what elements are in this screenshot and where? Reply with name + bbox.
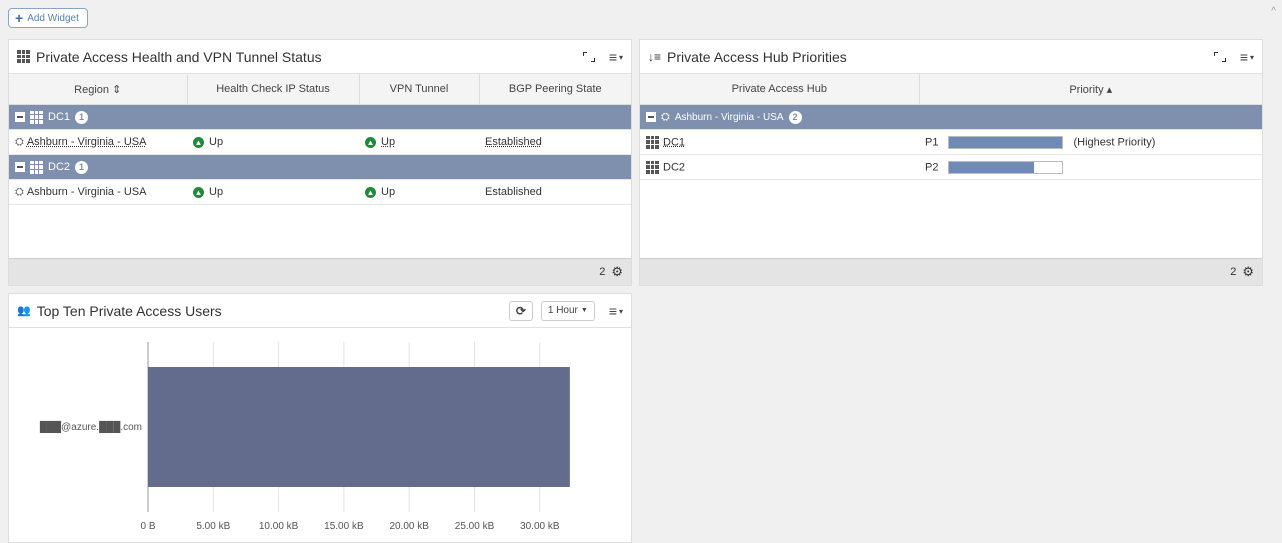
y-category-label: ███@azure.███.com [40,420,142,434]
vpn-status: Up [381,186,396,198]
group-name: Ashburn - Virginia - USA [674,111,784,123]
hub-name[interactable]: DC1 [663,136,685,148]
group-name: DC1 [48,111,71,123]
add-widget-button[interactable]: + Add Widget [8,8,88,28]
chevron-down-icon: ▼ [580,307,588,314]
table-row[interactable]: ⛭ Ashburn - Virginia - USA ▲ Up ▲ Up Establ… [9,179,631,205]
widget-title: Private Access Hub Priorities [667,48,847,65]
priority-bar [948,160,1064,174]
group-row-dc1[interactable]: DC1 1 [9,104,631,130]
group-name: DC2 [48,161,71,173]
refresh-icon: ⟳ [515,303,526,318]
vpn-status[interactable]: Up [381,136,395,148]
count-badge: 1 [75,160,89,174]
table-row[interactable]: DC1 P1 (Highest Priority) [640,129,1262,155]
add-widget-label: Add Widget [27,12,79,24]
menu-icon[interactable]: ≡ ▾ [609,303,623,319]
users-bar-chart: 0 B 5.00 kB 10.00 kB 15.00 kB 20.00 kB 25.00 … [40,342,570,532]
gear-icon[interactable]: ⚙ [1242,264,1254,280]
count-badge: 1 [75,110,89,124]
fabric-icon [17,50,30,63]
refresh-button[interactable]: ⟳ [508,300,533,321]
x-tick-label: 10.00 kB [259,521,299,532]
column-header-vpn[interactable]: VPN Tunnel [359,74,480,105]
collapse-group-icon[interactable] [646,112,656,122]
table-row[interactable]: ⛭ Ashburn - Virginia - USA ▲ Up ▲ Up Establ… [9,129,631,155]
expand-icon[interactable] [1213,51,1226,62]
up-arrow-icon: ▲ [365,186,376,198]
expand-icon[interactable] [582,51,595,62]
column-header-hub[interactable]: Private Access Hub [640,74,920,105]
widget-header: ↓≡ Private Access Hub Priorities ≡ ▾ [640,40,1262,74]
collapse-caret-icon[interactable]: ^ [1271,6,1276,17]
collapse-group-icon[interactable] [15,162,25,172]
time-range-value: 1 Hour [547,305,578,316]
region-icon: ⛭ [15,135,24,148]
widget-header: 👥 Top Ten Private Access Users ⟳ 1 Hour ▼… [9,294,631,328]
fabric-icon [30,110,43,124]
column-header-priority[interactable]: Priority ▴ [919,74,1262,105]
priority-bar-fill [949,136,1063,148]
priority-label: P2 [925,160,939,173]
fabric-icon [646,160,659,174]
priority-bar-fill [949,161,1035,173]
group-row-dc2[interactable]: DC2 1 [9,154,631,180]
chart-bar [148,367,570,487]
x-tick-label: 0 B [140,521,155,532]
up-arrow-icon: ▲ [365,136,376,148]
row-count: 2 [1230,266,1237,278]
priorities-widget: ↓≡ Private Access Hub Priorities ≡ ▾ Priv… [639,39,1263,286]
health-status: Up [209,186,224,198]
plus-icon: + [15,10,24,26]
menu-icon[interactable]: ≡ ▾ [1240,49,1254,65]
up-arrow-icon: ▲ [193,136,204,148]
widget-title: Private Access Health and VPN Tunnel Sta… [36,48,322,65]
fabric-icon [30,160,43,174]
fabric-icon [646,135,659,149]
region-link[interactable]: Ashburn - Virginia - USA [27,136,147,148]
health-widget: Private Access Health and VPN Tunnel Sta… [8,39,632,286]
x-tick-label: 25.00 kB [455,521,495,532]
x-tick-label: 15.00 kB [324,521,364,532]
bgp-state[interactable]: Established [485,136,542,148]
row-count: 2 [599,266,606,278]
priority-note: (Highest Priority) [1073,135,1156,148]
count-badge: 2 [788,110,802,124]
users-icon: 👥 [17,305,31,317]
health-status: Up [209,136,224,148]
widget-footer: 2 ⚙ [9,258,631,285]
x-tick-label: 5.00 kB [196,521,230,532]
region-icon: ⛭ [661,110,670,123]
health-table: Region ⇕ Health Check IP Status VPN Tunn… [9,74,631,205]
gear-icon[interactable]: ⚙ [611,264,623,280]
column-header-health[interactable]: Health Check IP Status [187,74,360,105]
widget-header: Private Access Health and VPN Tunnel Sta… [9,40,631,74]
sort-icon: ↓≡ [648,49,662,64]
region-text: Ashburn - Virginia - USA [26,185,147,198]
widget-title: Top Ten Private Access Users [36,302,222,319]
bgp-state: Established [485,186,542,198]
time-range-select[interactable]: 1 Hour ▼ [540,300,595,321]
table-row[interactable]: DC2 P2 [640,154,1262,180]
hub-name: DC2 [663,160,686,173]
x-tick-label: 20.00 kB [389,521,429,532]
priority-label: P1 [925,135,939,148]
group-row-region[interactable]: ⛭ Ashburn - Virginia - USA 2 [640,104,1262,130]
top-users-widget: 👥 Top Ten Private Access Users ⟳ 1 Hour ▼… [8,293,632,543]
priorities-table: Private Access Hub Priority ▴ ⛭ Ashburn … [640,74,1262,180]
column-header-region[interactable]: Region ⇕ [9,74,188,105]
x-tick-label: 30.00 kB [520,521,560,532]
menu-icon[interactable]: ≡ ▾ [609,49,623,65]
region-icon: ⛭ [15,185,24,198]
column-header-bgp[interactable]: BGP Peering State [479,74,631,105]
widget-footer: 2 ⚙ [640,258,1262,285]
up-arrow-icon: ▲ [193,186,204,198]
priority-bar [948,135,1064,149]
collapse-group-icon[interactable] [15,112,25,122]
